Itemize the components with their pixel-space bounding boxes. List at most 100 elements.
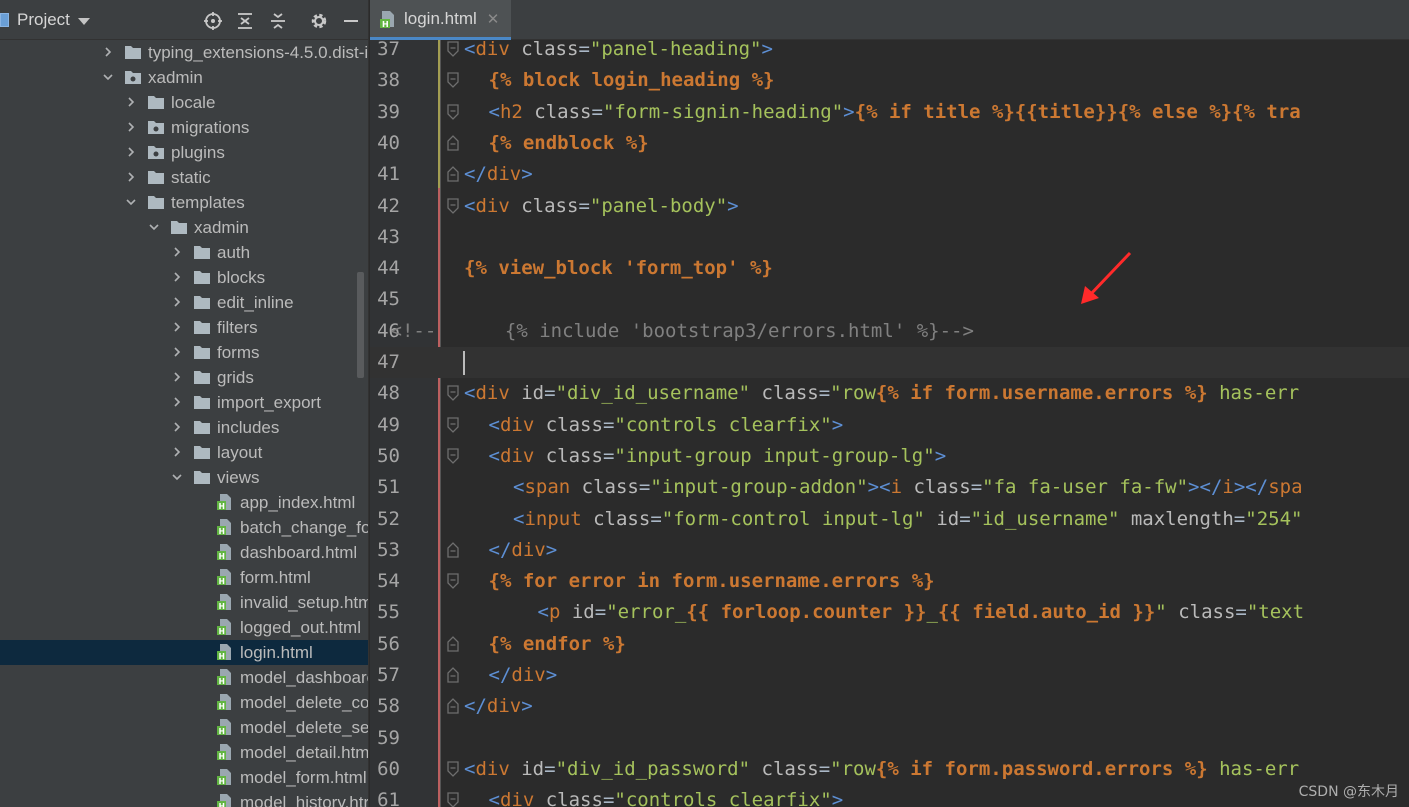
code-line[interactable]: 42 <div class="panel-body"> (370, 191, 1409, 222)
code-line[interactable]: 52 <input class="form-control input-lg" i… (370, 504, 1409, 535)
hide-panel-icon[interactable] (340, 10, 362, 32)
fold-marker-icon[interactable] (446, 165, 460, 183)
code-line[interactable]: 59 (370, 723, 1409, 754)
code-line[interactable]: 56 {% endfor %} (370, 629, 1409, 660)
fold-marker-icon[interactable] (446, 760, 460, 778)
code-editor[interactable]: 37 <div class="panel-heading"> 38 {% block … (370, 40, 1409, 807)
tree-file-item[interactable]: Hmodel_form.html (0, 765, 368, 790)
project-view-selector[interactable]: Project (0, 0, 90, 40)
tree-file-item[interactable]: Hmodel_detail.htm (0, 740, 368, 765)
expand-all-icon[interactable] (234, 10, 256, 32)
chevron-down-icon[interactable] (149, 222, 159, 232)
chevron-right-icon[interactable] (172, 322, 182, 332)
fold-marker-icon[interactable] (446, 666, 460, 684)
close-icon[interactable]: ✕ (487, 10, 500, 28)
locate-icon[interactable] (202, 10, 224, 32)
tree-file-item[interactable]: Hinvalid_setup.htm (0, 590, 368, 615)
chevron-right-icon[interactable] (172, 422, 182, 432)
chevron-right-icon[interactable] (126, 172, 136, 182)
tree-folder-item[interactable]: xadmin (0, 215, 368, 240)
code-line[interactable]: 47 (370, 347, 1409, 378)
chevron-right-icon[interactable] (172, 372, 182, 382)
fold-marker-icon[interactable] (446, 447, 460, 465)
chevron-down-icon[interactable] (172, 472, 182, 482)
tree-folder-item[interactable]: xadmin (0, 65, 368, 90)
chevron-right-icon[interactable] (172, 347, 182, 357)
chevron-right-icon[interactable] (172, 397, 182, 407)
code-line[interactable]: 46 <!-- {% include 'bootstrap3/errors.htm… (370, 316, 1409, 347)
chevron-right-icon[interactable] (126, 147, 136, 157)
tree-folder-item[interactable]: views (0, 465, 368, 490)
fold-marker-icon[interactable] (446, 635, 460, 653)
fold-marker-icon[interactable] (446, 71, 460, 89)
code-line[interactable]: 61 <div class="controls clearfix"> (370, 785, 1409, 807)
chevron-right-icon[interactable] (172, 447, 182, 457)
chevron-down-icon[interactable] (103, 72, 113, 82)
fold-marker-icon[interactable] (446, 134, 460, 152)
project-scrollbar[interactable] (357, 272, 364, 378)
code-line[interactable]: 49 <div class="controls clearfix"> (370, 410, 1409, 441)
tree-folder-item[interactable]: filters (0, 315, 368, 340)
code-line[interactable]: 37 <div class="panel-heading"> (370, 40, 1409, 65)
code-line[interactable]: 44 {% view_block 'form_top' %} (370, 253, 1409, 284)
collapse-all-icon[interactable] (267, 10, 289, 32)
code-line[interactable]: 60 <div id="div_id_password" class="row{%… (370, 754, 1409, 785)
fold-marker-icon[interactable] (446, 791, 460, 807)
tree-folder-item[interactable]: includes (0, 415, 368, 440)
tree-folder-item[interactable]: static (0, 165, 368, 190)
code-line[interactable]: 53 </div> (370, 535, 1409, 566)
tree-folder-item[interactable]: grids (0, 365, 368, 390)
code-line[interactable]: 57 </div> (370, 660, 1409, 691)
fold-marker-icon[interactable] (446, 697, 460, 715)
tree-folder-item[interactable]: typing_extensions-4.5.0.dist-i (0, 40, 368, 65)
fold-marker-icon[interactable] (446, 40, 460, 58)
code-line[interactable]: 54 {% for error in form.username.errors %… (370, 566, 1409, 597)
code-line[interactable]: 41 </div> (370, 159, 1409, 190)
tree-file-item[interactable]: Hbatch_change_fo (0, 515, 368, 540)
code-line[interactable]: 48 <div id="div_id_username" class="row{%… (370, 378, 1409, 409)
code-line[interactable]: 55 <p id="error_{{ forloop.counter }}_{{ … (370, 597, 1409, 628)
code-line[interactable]: 40 {% endblock %} (370, 128, 1409, 159)
fold-marker-icon[interactable] (446, 103, 460, 121)
tree-file-item[interactable]: Hmodel_dashboarc (0, 665, 368, 690)
tree-file-item[interactable]: Hmodel_delete_sel (0, 715, 368, 740)
chevron-down-icon[interactable] (126, 197, 136, 207)
tree-file-item[interactable]: Hform.html (0, 565, 368, 590)
tree-folder-item[interactable]: blocks (0, 265, 368, 290)
chevron-right-icon[interactable] (126, 122, 136, 132)
tree-folder-item[interactable]: import_export (0, 390, 368, 415)
tree-folder-item[interactable]: layout (0, 440, 368, 465)
tree-folder-item[interactable]: locale (0, 90, 368, 115)
fold-marker-icon[interactable] (446, 541, 460, 559)
code-line[interactable]: 51 <span class="input-group-addon"><i cla… (370, 472, 1409, 503)
gear-icon[interactable] (308, 10, 330, 32)
tree-folder-item[interactable]: plugins (0, 140, 368, 165)
fold-marker-icon[interactable] (446, 416, 460, 434)
code-line[interactable]: 39 <h2 class="form-signin-heading">{% if … (370, 97, 1409, 128)
tree-folder-item[interactable]: migrations (0, 115, 368, 140)
tree-file-item[interactable]: Happ_index.html (0, 490, 368, 515)
tree-file-item[interactable]: Hlogin.html (0, 640, 368, 665)
tree-folder-item[interactable]: auth (0, 240, 368, 265)
tree-folder-item[interactable]: edit_inline (0, 290, 368, 315)
chevron-right-icon[interactable] (172, 247, 182, 257)
code-line[interactable]: 45 (370, 284, 1409, 315)
tree-file-item[interactable]: Hmodel_history.htr (0, 790, 368, 807)
chevron-right-icon[interactable] (103, 47, 113, 57)
code-line[interactable]: 58 </div> (370, 691, 1409, 722)
tree-file-item[interactable]: Hdashboard.html (0, 540, 368, 565)
fold-marker-icon[interactable] (446, 197, 460, 215)
chevron-right-icon[interactable] (172, 272, 182, 282)
tree-folder-item[interactable]: templates (0, 190, 368, 215)
tab-login-html[interactable]: H login.html ✕ (370, 0, 511, 40)
code-line[interactable]: 43 (370, 222, 1409, 253)
tree-file-item[interactable]: Hlogged_out.html (0, 615, 368, 640)
tree-file-item[interactable]: Hmodel_delete_cor (0, 690, 368, 715)
code-line[interactable]: 50 <div class="input-group input-group-lg… (370, 441, 1409, 472)
tree-folder-item[interactable]: forms (0, 340, 368, 365)
chevron-right-icon[interactable] (172, 297, 182, 307)
fold-marker-icon[interactable] (446, 572, 460, 590)
code-line[interactable]: 38 {% block login_heading %} (370, 65, 1409, 96)
chevron-right-icon[interactable] (126, 97, 136, 107)
fold-marker-icon[interactable] (446, 384, 460, 402)
